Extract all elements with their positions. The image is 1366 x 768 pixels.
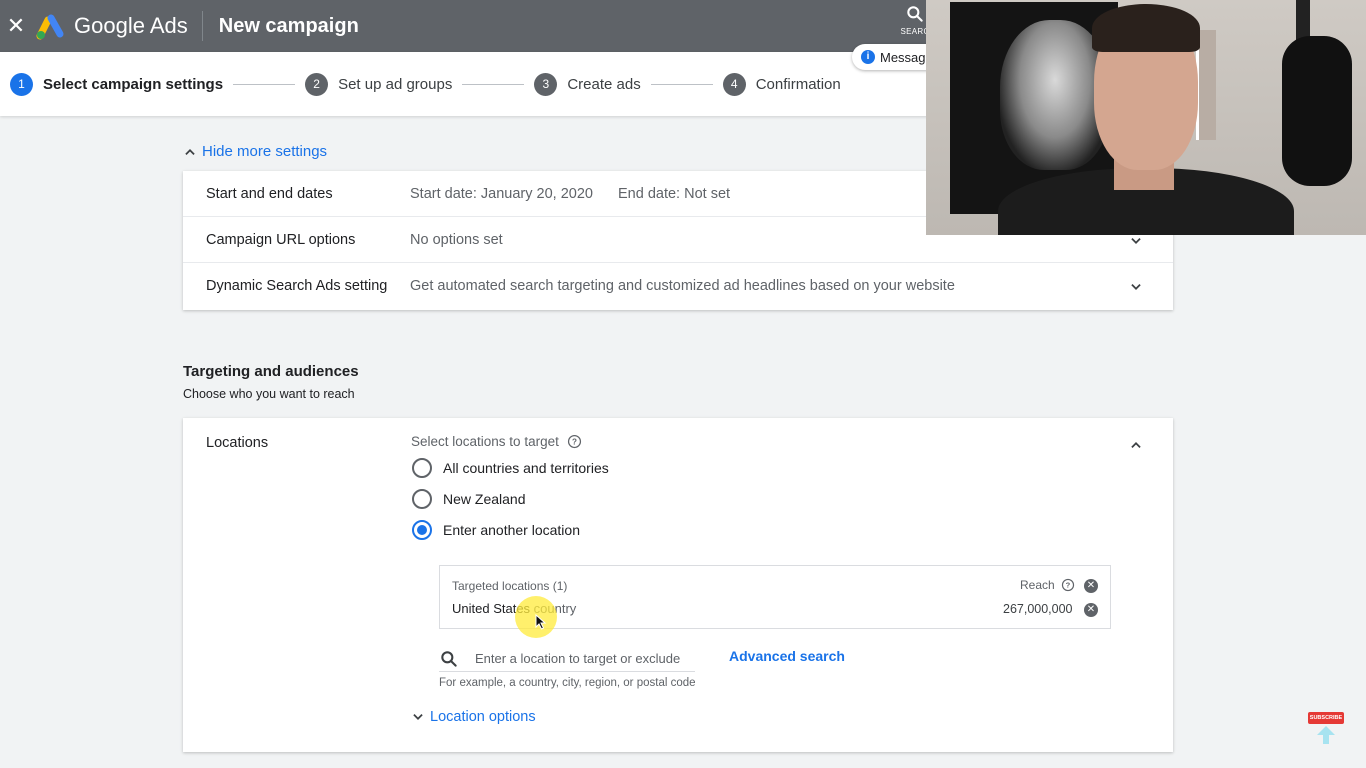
help-icon[interactable]: ?: [1061, 578, 1075, 592]
setting-name: Dynamic Search Ads setting: [206, 278, 388, 294]
search-icon: [907, 6, 923, 22]
locations-question: Select locations to target ?: [411, 434, 582, 449]
help-icon[interactable]: ?: [567, 434, 582, 449]
close-icon[interactable]: ✕: [4, 13, 28, 39]
chevron-up-icon: [185, 148, 195, 155]
step-set-up-ad-groups[interactable]: 2 Set up ad groups: [305, 72, 453, 96]
chevron-down-icon[interactable]: [1129, 280, 1143, 294]
hide-more-settings-link[interactable]: Hide more settings: [183, 143, 327, 160]
step-connector: [233, 83, 296, 85]
radio-label: New Zealand: [443, 491, 526, 507]
location-search-input[interactable]: [475, 651, 695, 666]
radio-button-selected[interactable]: [412, 520, 432, 540]
radio-label: All countries and territories: [443, 460, 609, 476]
step-label: Set up ad groups: [338, 75, 453, 93]
targeted-locations-header: Targeted locations (1): [452, 579, 568, 593]
step-label: Confirmation: [755, 75, 841, 93]
locations-question-text: Select locations to target: [411, 434, 559, 449]
microphone: [1282, 36, 1352, 186]
webcam-overlay: [926, 0, 1366, 235]
brand-name: Google Ads: [74, 13, 188, 38]
targeted-location-reach: 267,000,000: [1003, 602, 1073, 616]
radio-button[interactable]: [412, 489, 432, 509]
brand-divider: [201, 11, 203, 41]
setting-value: Get automated search targeting and custo…: [410, 278, 955, 294]
setting-value: No options set: [410, 231, 503, 248]
hide-more-settings-label: Hide more settings: [202, 143, 328, 160]
info-icon: i: [861, 50, 875, 64]
step-create-ads[interactable]: 3 Create ads: [534, 72, 641, 96]
subscribe-badge[interactable]: SUBSCRIBE: [1308, 712, 1344, 724]
location-options-toggle[interactable]: Location options: [411, 709, 536, 725]
radio-new-zealand[interactable]: New Zealand: [412, 489, 526, 509]
chevron-down-icon[interactable]: [1129, 234, 1143, 248]
location-options-label: Location options: [430, 709, 536, 725]
step-number: 2: [305, 72, 329, 96]
setting-row-dynamic-search-ads[interactable]: Dynamic Search Ads setting Get automated…: [183, 263, 1173, 309]
location-search-hint: For example, a country, city, region, or…: [439, 677, 696, 689]
radio-all-countries[interactable]: All countries and territories: [412, 458, 609, 478]
setting-value-end-date: End date: Not set: [618, 185, 731, 202]
step-label: Create ads: [567, 75, 641, 93]
google-ads-logo: [36, 12, 66, 40]
setting-value: Start date: January 20, 2020: [410, 185, 593, 202]
setting-name: Start and end dates: [206, 185, 333, 202]
step-connector: [462, 83, 525, 85]
step-number: 3: [534, 72, 558, 96]
locations-label: Locations: [206, 435, 269, 451]
radio-label: Enter another location: [443, 522, 580, 538]
step-confirmation[interactable]: 4 Confirmation: [722, 72, 841, 96]
location-search-row: [439, 646, 695, 672]
messages-chip-label: Messag: [880, 49, 926, 65]
step-connector: [650, 83, 713, 85]
advanced-search-link[interactable]: Advanced search: [729, 648, 845, 664]
section-subtitle: Choose who you want to reach: [183, 387, 355, 401]
remove-all-icon[interactable]: ✕: [1084, 579, 1098, 593]
chevron-down-icon: [413, 714, 423, 720]
step-select-campaign-settings[interactable]: 1 Select campaign settings: [10, 72, 224, 96]
arrow-up-icon: [1317, 726, 1335, 744]
section-title: Targeting and audiences: [183, 363, 359, 380]
radio-button[interactable]: [412, 458, 432, 478]
reach-label: Reach: [1020, 578, 1055, 592]
svg-text:?: ?: [572, 437, 577, 446]
step-number: 1: [10, 72, 33, 96]
svg-text:?: ?: [1065, 581, 1070, 590]
step-number: 4: [722, 72, 746, 96]
mouse-cursor-icon: [535, 614, 547, 630]
remove-location-icon[interactable]: ✕: [1084, 603, 1098, 617]
setting-name: Campaign URL options: [206, 231, 356, 248]
person-hair: [1092, 4, 1200, 52]
reach-header: Reach ?: [1020, 578, 1075, 592]
locations-card: Locations Select locations to target ? A…: [183, 418, 1173, 752]
step-label: Select campaign settings: [43, 75, 224, 93]
chevron-up-icon[interactable]: [1129, 438, 1143, 452]
search-icon: [441, 650, 457, 667]
radio-enter-another-location[interactable]: Enter another location: [412, 520, 580, 540]
page-title: New campaign: [218, 14, 359, 37]
